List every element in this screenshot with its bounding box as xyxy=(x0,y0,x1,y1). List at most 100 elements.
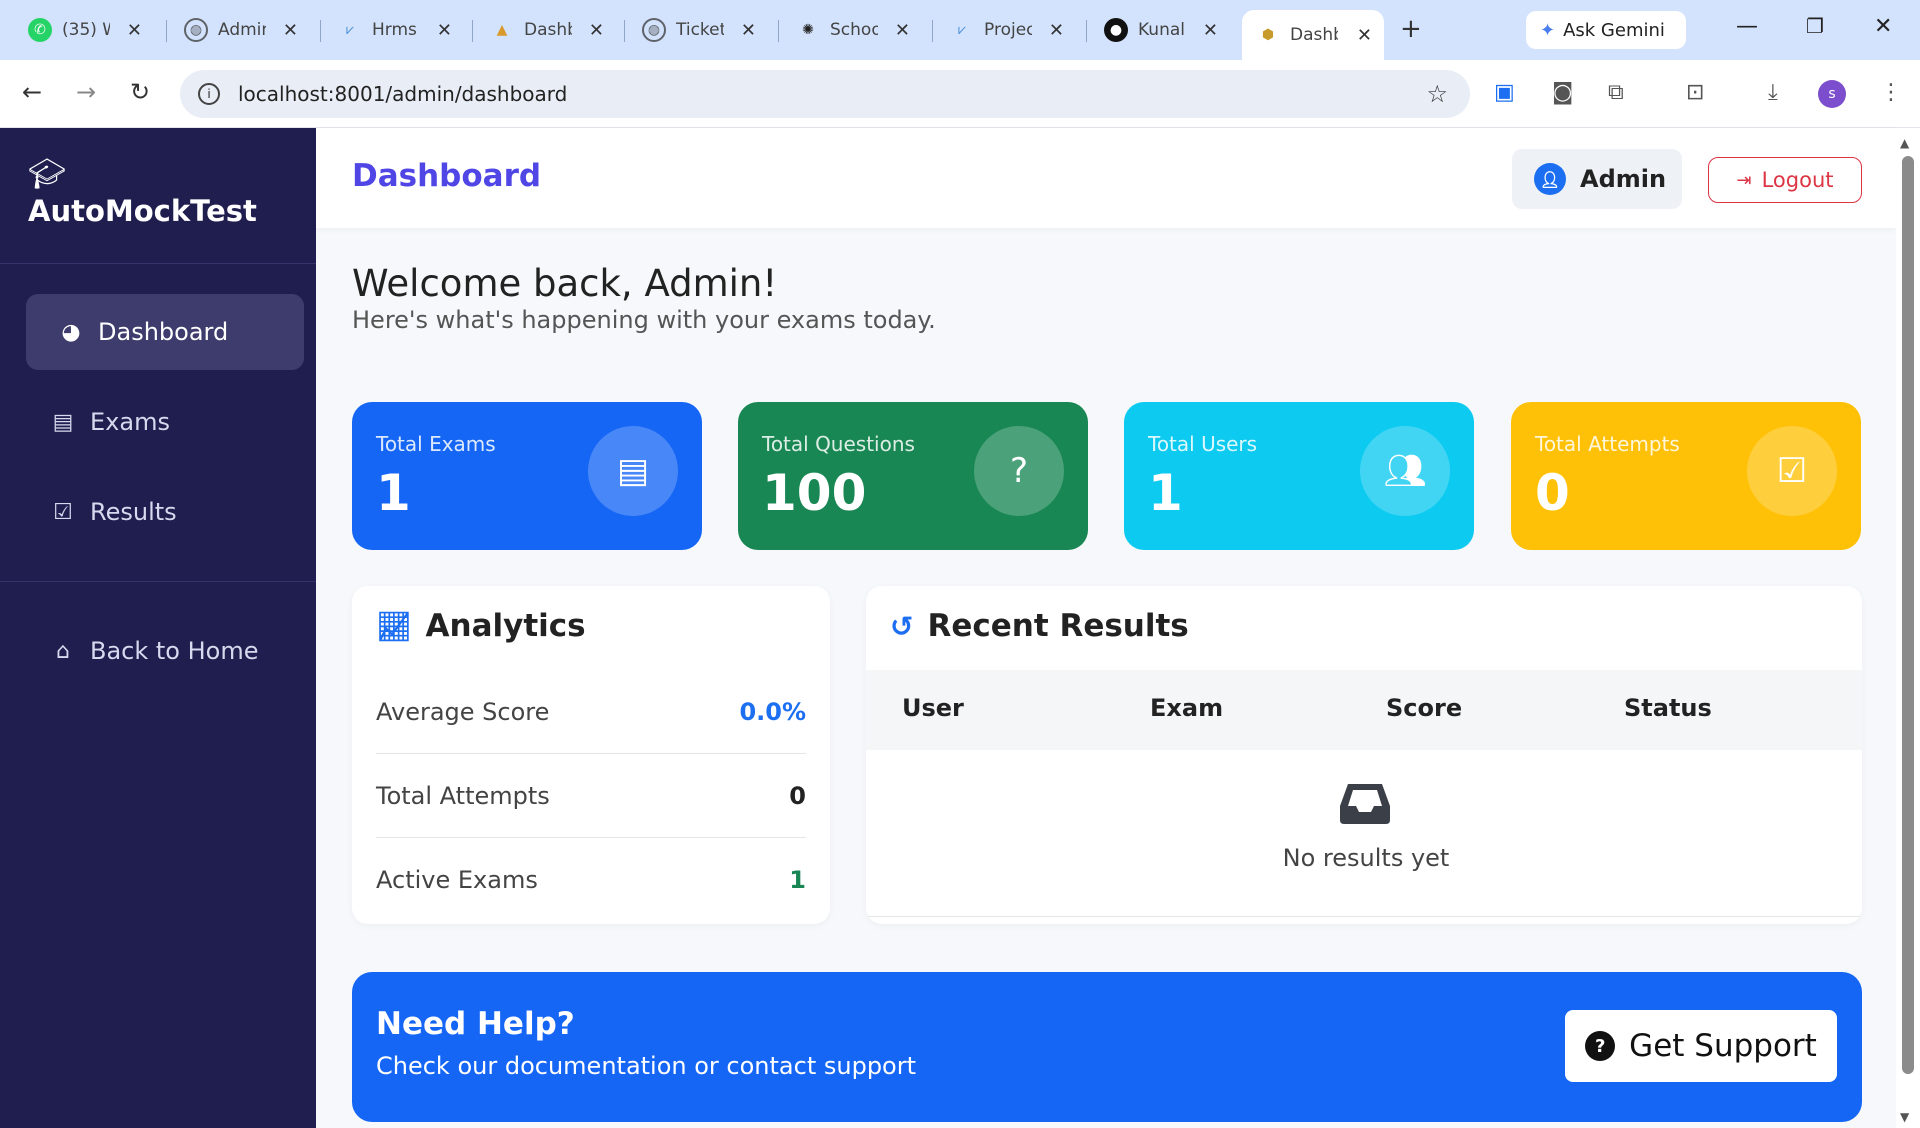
stat-card-total-users: Total Users 1 👥︎ xyxy=(1124,402,1474,550)
menu-dots-icon[interactable]: ⋮ xyxy=(1880,80,1902,105)
close-icon[interactable]: ✕ xyxy=(437,20,452,41)
analytics-card: 📈︎ Analytics Average Score 0.0% Total At… xyxy=(352,586,830,924)
scroll-up-arrow-icon[interactable]: ▲ xyxy=(1900,136,1909,150)
tab-label: School xyxy=(830,20,878,40)
tab-separator xyxy=(472,20,473,42)
browser-tab-bar: ✆ (35) WhatsApp ✕ ◍ Admin ✕ ⩗ Hrms ✕ ▲ D… xyxy=(0,0,1920,60)
brand-name: AutoMockTest xyxy=(28,194,257,228)
camera-icon[interactable]: ◙ xyxy=(1552,80,1573,105)
pie-chart-icon: ◕ xyxy=(61,319,81,345)
close-window-icon[interactable]: ✕ xyxy=(1874,14,1892,39)
column-header-score: Score xyxy=(1386,694,1463,722)
stat-label: Total Users xyxy=(1148,432,1258,456)
gemini-sparkle-icon: ✦ xyxy=(1540,19,1556,41)
help-banner: Need Help? Check our documentation or co… xyxy=(352,972,1862,1122)
sidebar-item-dashboard[interactable]: ◕ Dashboard xyxy=(26,294,304,370)
user-avatar-icon: 👤︎ xyxy=(1534,163,1566,195)
stat-card-total-questions: Total Questions 100 ? xyxy=(738,402,1088,550)
tab-separator xyxy=(624,20,625,42)
inbox-icon xyxy=(1340,784,1390,824)
user-name: Admin xyxy=(1580,165,1667,193)
tab-separator xyxy=(778,20,779,42)
new-tab-icon[interactable]: + xyxy=(1400,14,1422,44)
download-icon[interactable]: ⤓ xyxy=(1768,80,1778,105)
back-arrow-icon[interactable]: ← xyxy=(22,78,42,106)
welcome-subtitle: Here's what's happening with your exams … xyxy=(352,306,936,334)
user-menu[interactable]: 👤︎ Admin xyxy=(1512,149,1682,209)
logout-icon: ⇥ xyxy=(1736,169,1752,191)
results-table-header: User Exam Score Status xyxy=(866,670,1862,750)
empty-results-text: No results yet xyxy=(1282,844,1450,872)
stat-value: 1 xyxy=(376,464,411,522)
table-bottom-border xyxy=(866,916,1862,917)
question-circle-icon: ? xyxy=(1585,1031,1616,1061)
tab-separator xyxy=(166,20,167,42)
close-icon[interactable]: ✕ xyxy=(1049,20,1064,41)
stat-label: Total Questions xyxy=(762,432,915,456)
sidebar-item-label: Dashboard xyxy=(98,318,229,346)
sidebar-item-label: Results xyxy=(90,498,177,526)
recent-results-title: ↺ Recent Results xyxy=(890,608,1189,644)
clipboard-check-icon: ☑ xyxy=(1747,426,1837,516)
get-support-button[interactable]: ? Get Support xyxy=(1565,1010,1837,1082)
restore-icon[interactable]: ❐ xyxy=(1806,14,1824,38)
analytics-row-value: 0.0% xyxy=(739,697,806,726)
close-icon[interactable]: ✕ xyxy=(741,20,756,41)
profile-avatar[interactable]: s xyxy=(1818,80,1846,108)
extension-icon[interactable]: ▣ xyxy=(1494,80,1515,105)
tab-label: (35) WhatsApp xyxy=(62,20,110,40)
tab-separator xyxy=(932,20,933,42)
help-subtitle: Check our documentation or contact suppo… xyxy=(376,1052,917,1080)
scrollbar-thumb[interactable] xyxy=(1902,156,1914,1074)
tab-label: Kunal xyxy=(1138,20,1185,40)
reload-icon[interactable]: ↻ xyxy=(130,78,150,106)
sidebar-item-exams[interactable]: ▤ Exams xyxy=(26,384,304,460)
close-icon[interactable]: ✕ xyxy=(283,20,298,41)
clipboard-check-icon: ☑ xyxy=(53,499,73,525)
cube-icon: ⬢ xyxy=(1261,27,1275,43)
tab-label: Hrms xyxy=(372,20,417,40)
browser-tab[interactable]: ▲ Dashboard ✕ xyxy=(476,10,616,50)
browser-tab[interactable]: ◍ Admin ✕ xyxy=(170,10,310,50)
column-header-user: User xyxy=(902,694,964,722)
forward-arrow-icon[interactable]: → xyxy=(76,78,96,106)
close-icon[interactable]: ✕ xyxy=(1203,20,1218,41)
sidebar-item-label: Exams xyxy=(90,408,170,436)
analytics-row-average-score: Average Score 0.0% xyxy=(376,670,806,754)
analytics-row-value: 1 xyxy=(789,866,806,894)
globe-icon: ◍ xyxy=(642,18,666,42)
analytics-row-label: Total Attempts xyxy=(376,781,550,810)
graduation-cap-icon: 🎓︎ xyxy=(28,157,67,192)
column-header-exam: Exam xyxy=(1150,694,1224,722)
brand[interactable]: 🎓︎ AutoMockTest xyxy=(28,157,257,229)
close-icon[interactable]: ✕ xyxy=(1357,25,1372,46)
logout-button[interactable]: ⇥ Logout xyxy=(1708,157,1862,203)
close-icon[interactable]: ✕ xyxy=(127,20,142,41)
sidebar-item-back-to-home[interactable]: ⌂ Back to Home xyxy=(26,613,304,689)
browser-tab[interactable]: ● Kunal ✕ xyxy=(1090,10,1230,50)
sidebar-item-results[interactable]: ☑ Results xyxy=(26,474,304,550)
app-logo-icon: ▲ xyxy=(496,22,508,38)
site-info-icon[interactable]: i xyxy=(198,83,220,105)
close-icon[interactable]: ✕ xyxy=(589,20,604,41)
cast-search-icon[interactable]: ⊡ xyxy=(1686,80,1704,105)
browser-tab[interactable]: ✆ (35) WhatsApp ✕ xyxy=(14,10,154,50)
bookmark-star-icon[interactable]: ☆ xyxy=(1426,80,1448,108)
browser-tab[interactable]: ⩗ Hrms ✕ xyxy=(324,10,464,50)
stat-value: 0 xyxy=(1535,464,1570,522)
close-icon[interactable]: ✕ xyxy=(895,20,910,41)
browser-tab-active[interactable]: ⬢ Dashboard ✕ xyxy=(1242,10,1384,60)
file-icon: ▤ xyxy=(588,426,678,516)
browser-tab[interactable]: ⩗ Project ✕ xyxy=(936,10,1076,50)
tab-separator xyxy=(1086,20,1087,42)
address-bar[interactable]: i localhost:8001/admin/dashboard ☆ xyxy=(180,70,1470,118)
question-circle-icon: ? xyxy=(974,426,1064,516)
sidebar-divider xyxy=(0,263,316,264)
scroll-down-arrow-icon[interactable]: ▼ xyxy=(1900,1110,1909,1124)
browser-tab[interactable]: ✺ School ✕ xyxy=(782,10,922,50)
ask-gemini-button[interactable]: ✦ Ask Gemini xyxy=(1526,11,1686,49)
browser-tab[interactable]: ◍ Ticket ✕ xyxy=(628,10,768,50)
puzzle-extensions-icon[interactable]: ⧉ xyxy=(1608,80,1624,105)
minimize-icon[interactable]: — xyxy=(1736,14,1758,39)
browser-toolbar: ← → ↻ i localhost:8001/admin/dashboard ☆… xyxy=(0,60,1920,128)
